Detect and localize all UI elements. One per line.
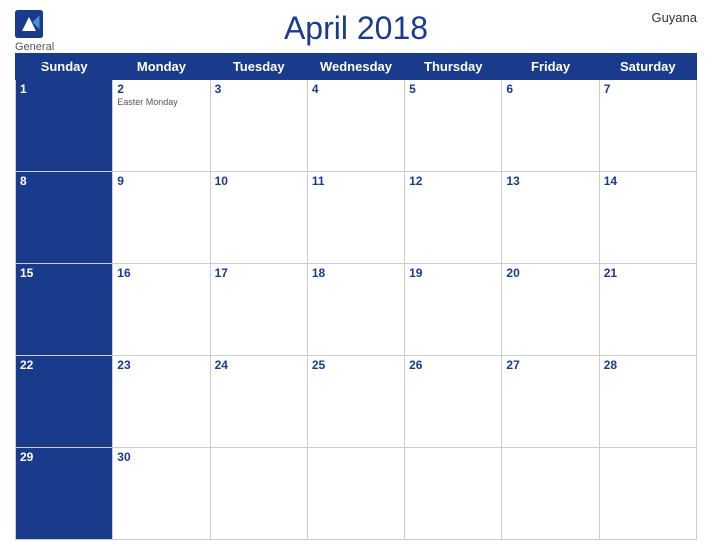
calendar-cell: 24	[210, 356, 307, 448]
calendar-cell: 9	[113, 172, 210, 264]
day-number: 11	[312, 174, 400, 188]
generalblue-logo-icon	[15, 10, 43, 38]
calendar-cell: 4	[307, 80, 404, 172]
calendar-cell: 25	[307, 356, 404, 448]
day-number: 26	[409, 358, 497, 372]
calendar-cell: 26	[405, 356, 502, 448]
calendar-week-4: 22 23 24 25 26 27 28	[16, 356, 697, 448]
calendar-cell: 11	[307, 172, 404, 264]
day-number: 10	[215, 174, 303, 188]
weekday-header-monday: Monday	[113, 54, 210, 80]
calendar-cell: 2Easter Monday	[113, 80, 210, 172]
weekday-header-saturday: Saturday	[599, 54, 696, 80]
calendar-cell: 14	[599, 172, 696, 264]
calendar-week-2: 89 10 11 12 13 14	[16, 172, 697, 264]
day-number: 25	[312, 358, 400, 372]
calendar-cell: 19	[405, 264, 502, 356]
calendar-title: April 2018	[284, 10, 428, 47]
day-number: 21	[604, 266, 692, 280]
day-number: 14	[604, 174, 692, 188]
day-number: 13	[506, 174, 594, 188]
calendar-cell: 27	[502, 356, 599, 448]
calendar-cell	[307, 448, 404, 540]
day-number: 15	[20, 266, 108, 280]
holiday-label: Easter Monday	[117, 97, 205, 107]
calendar-cell: 16	[113, 264, 210, 356]
day-number: 23	[117, 358, 205, 372]
calendar-cell: 29	[16, 448, 113, 540]
calendar-cell: 3	[210, 80, 307, 172]
calendar-cell: 15	[16, 264, 113, 356]
day-number: 6	[506, 82, 594, 96]
calendar-cell: 10	[210, 172, 307, 264]
day-number: 5	[409, 82, 497, 96]
day-number: 4	[312, 82, 400, 96]
day-number: 27	[506, 358, 594, 372]
calendar-cell	[599, 448, 696, 540]
day-number: 12	[409, 174, 497, 188]
calendar-page: General Blue April 2018 Guyana SundayMon…	[0, 0, 712, 550]
day-number: 20	[506, 266, 594, 280]
day-number: 1	[20, 82, 108, 96]
calendar-cell: 21	[599, 264, 696, 356]
logo-text: General Blue	[15, 41, 54, 68]
calendar-header-row: SundayMondayTuesdayWednesdayThursdayFrid…	[16, 54, 697, 80]
day-number: 28	[604, 358, 692, 372]
calendar-cell: 17	[210, 264, 307, 356]
calendar-week-3: 15 16 17 18 19 20 21	[16, 264, 697, 356]
calendar-cell: 6	[502, 80, 599, 172]
calendar-cell: 22	[16, 356, 113, 448]
day-number: 30	[117, 450, 205, 464]
day-number: 19	[409, 266, 497, 280]
logo: General Blue	[15, 10, 54, 68]
calendar-cell: 12	[405, 172, 502, 264]
day-number: 29	[20, 450, 108, 464]
calendar-cell	[405, 448, 502, 540]
country-label: Guyana	[651, 10, 697, 25]
calendar-cell: 23	[113, 356, 210, 448]
calendar-cell: 28	[599, 356, 696, 448]
calendar-cell: 20	[502, 264, 599, 356]
day-number: 2	[117, 82, 205, 96]
calendar-header: General Blue April 2018 Guyana	[15, 10, 697, 47]
weekday-header-friday: Friday	[502, 54, 599, 80]
day-number: 9	[117, 174, 205, 188]
day-number: 17	[215, 266, 303, 280]
calendar-cell: 7	[599, 80, 696, 172]
day-number: 3	[215, 82, 303, 96]
calendar-cell: 5	[405, 80, 502, 172]
day-number: 7	[604, 82, 692, 96]
weekday-header-wednesday: Wednesday	[307, 54, 404, 80]
calendar-cell: 8	[16, 172, 113, 264]
calendar-cell: 30	[113, 448, 210, 540]
calendar-cell: 18	[307, 264, 404, 356]
day-number: 24	[215, 358, 303, 372]
day-number: 8	[20, 174, 108, 188]
day-number: 22	[20, 358, 108, 372]
day-number: 18	[312, 266, 400, 280]
calendar-week-1: 12Easter Monday34567	[16, 80, 697, 172]
calendar-week-5: 29 30	[16, 448, 697, 540]
calendar-cell: 1	[16, 80, 113, 172]
weekday-header-thursday: Thursday	[405, 54, 502, 80]
calendar-table: SundayMondayTuesdayWednesdayThursdayFrid…	[15, 53, 697, 540]
weekday-header-tuesday: Tuesday	[210, 54, 307, 80]
calendar-cell	[210, 448, 307, 540]
logo-blue-text: Blue	[15, 53, 54, 68]
day-number: 16	[117, 266, 205, 280]
calendar-cell: 13	[502, 172, 599, 264]
calendar-cell	[502, 448, 599, 540]
